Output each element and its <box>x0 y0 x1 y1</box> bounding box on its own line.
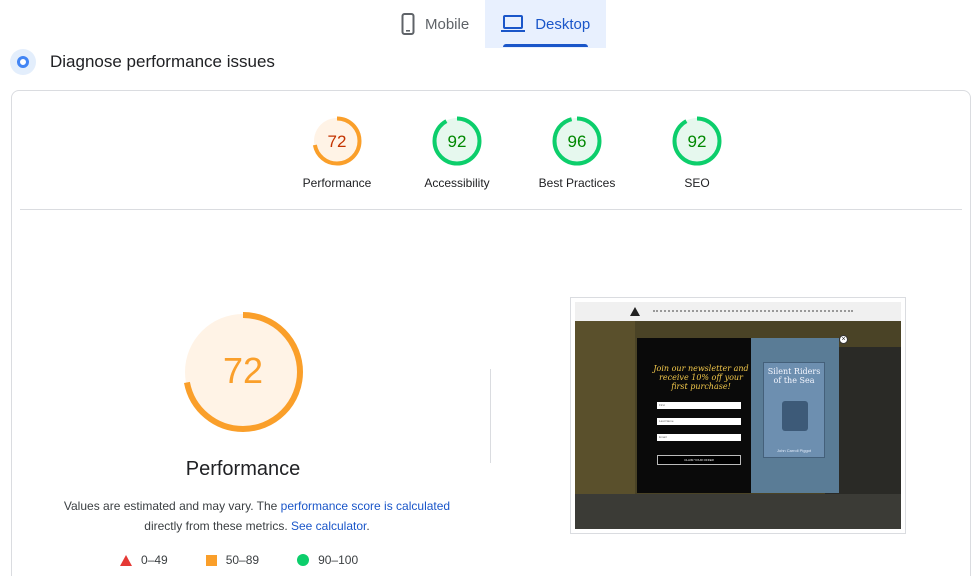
score-legend: 0–49 50–89 90–100 <box>120 553 396 567</box>
popup-field: Email <box>657 434 741 441</box>
device-tabs: Mobile Desktop <box>385 0 607 48</box>
legend-fail: 0–49 <box>120 553 168 567</box>
legend-average: 50–89 <box>205 553 260 567</box>
score-gauge: 96 <box>552 116 602 166</box>
gauge-label: SEO <box>684 176 710 190</box>
performance-gauge: 72 <box>183 312 303 432</box>
legend-range: 0–49 <box>141 553 168 567</box>
section-header: Diagnose performance issues <box>10 48 275 76</box>
desc-text: . <box>366 519 370 533</box>
report-card: 72 Performance 92 Accessibility 96 Best … <box>11 90 971 576</box>
book-title: Silent Riders of the Sea <box>767 367 821 385</box>
section-title: Diagnose performance issues <box>50 52 275 71</box>
performance-title: Performance <box>185 458 301 480</box>
popup-text: Join our newsletter and receive 10% off … <box>653 364 749 391</box>
score-gauge: 92 <box>432 116 482 166</box>
ship-image <box>782 401 808 431</box>
screenshot-image: Join our newsletter and receive 10% off … <box>575 302 901 529</box>
popup-button: CLAIM YOUR OFFER <box>657 455 741 465</box>
tab-mobile[interactable]: Mobile <box>385 0 485 48</box>
desc-text: directly from these metrics. <box>144 519 291 533</box>
gauge-score: 92 <box>448 132 467 151</box>
tab-label: Desktop <box>535 15 591 33</box>
gauge-best-practices[interactable]: 96 Best Practices <box>517 116 637 190</box>
tab-desktop[interactable]: Desktop <box>485 0 607 48</box>
newsletter-popup: Join our newsletter and receive 10% off … <box>637 338 839 493</box>
circle-icon <box>297 554 310 566</box>
close-icon: × <box>839 335 848 344</box>
gauge-performance[interactable]: 72 Performance <box>277 116 397 190</box>
site-logo <box>630 307 640 316</box>
tab-label: Mobile <box>425 15 470 33</box>
legend-pass: 90–100 <box>297 553 358 567</box>
laptop-icon <box>501 15 526 33</box>
vertical-divider <box>490 369 491 463</box>
background-panel <box>575 494 901 529</box>
gauge-label: Performance <box>302 176 372 190</box>
popup-field: First <box>657 402 741 409</box>
performance-description: Values are estimated and may vary. The p… <box>32 496 482 536</box>
legend-range: 90–100 <box>318 553 359 567</box>
gauge-label: Best Practices <box>538 176 616 190</box>
gauge-score: 92 <box>688 132 707 151</box>
gauge-accessibility[interactable]: 92 Accessibility <box>397 116 517 190</box>
score-gauge: 72 <box>312 116 362 166</box>
desc-text: Values are estimated and may vary. The <box>63 499 281 513</box>
square-icon <box>205 554 217 566</box>
legend-range: 50–89 <box>225 553 260 567</box>
phone-icon <box>401 13 415 35</box>
book-author: John Carroll Piggot <box>776 448 812 453</box>
performance-score: 72 <box>223 350 263 391</box>
site-nav <box>575 302 901 321</box>
gauge-label: Accessibility <box>424 176 490 190</box>
gauge-score: 96 <box>568 132 587 151</box>
popup-field: Last Name <box>657 418 741 425</box>
triangle-icon <box>120 554 132 566</box>
divider <box>20 209 962 210</box>
gauge-seo[interactable]: 92 SEO <box>637 116 757 190</box>
page-screenshot: Join our newsletter and receive 10% off … <box>570 297 906 534</box>
book-cover: Silent Riders of the Sea John Carroll Pi… <box>763 362 825 458</box>
category-gauges: 72 Performance 92 Accessibility 96 Best … <box>277 116 757 190</box>
gauge-score: 72 <box>328 132 347 151</box>
score-calculated-link[interactable]: performance score is calculated <box>281 499 450 513</box>
score-gauge: 92 <box>672 116 722 166</box>
see-calculator-link[interactable]: See calculator <box>291 519 366 533</box>
diagnose-icon <box>10 49 36 75</box>
